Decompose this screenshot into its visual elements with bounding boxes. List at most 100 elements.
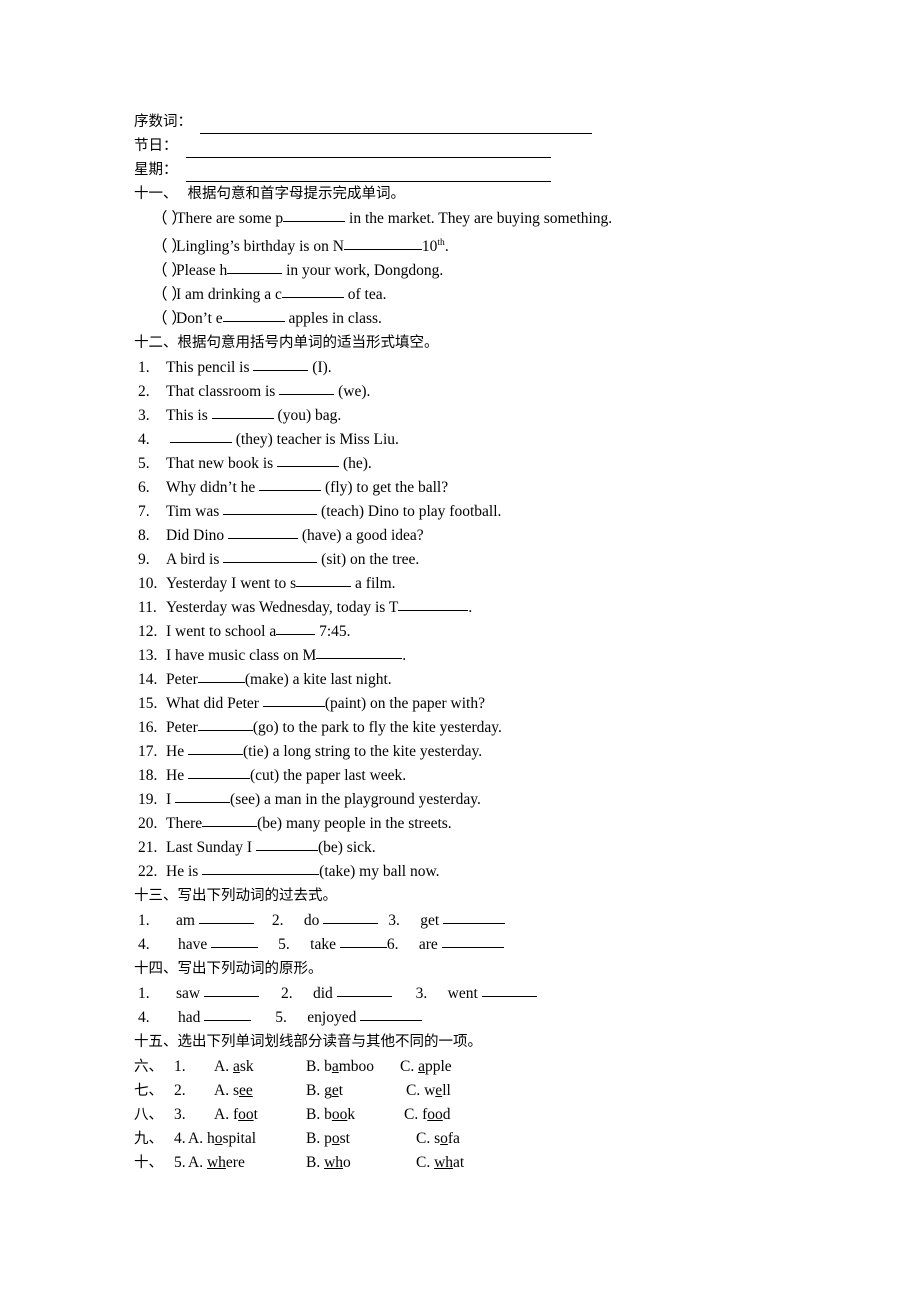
underlined-letters: oo bbox=[427, 1106, 443, 1124]
mc-option-A[interactable]: A. see bbox=[214, 1079, 306, 1103]
paren-item-1: （ ）There are some p in the market. They … bbox=[134, 207, 834, 231]
answer-blank[interactable] bbox=[443, 910, 505, 925]
mc-option-B[interactable]: B. post bbox=[306, 1127, 416, 1151]
answer-blank[interactable] bbox=[187, 741, 243, 756]
mc-row-5: 十、 5. A. where B. who C. what bbox=[134, 1151, 834, 1175]
answer-blank[interactable] bbox=[259, 477, 322, 492]
paren-marker[interactable]: （ ） bbox=[152, 307, 187, 331]
paren-marker[interactable]: （ ） bbox=[152, 259, 187, 283]
question-item-22: 22. He is (take) my ball now. bbox=[134, 860, 834, 884]
answer-blank[interactable] bbox=[175, 789, 231, 804]
answer-blank[interactable] bbox=[296, 573, 352, 588]
question-number: 2. bbox=[138, 383, 150, 401]
paren-item-4: （ ）I am drinking a c of tea. bbox=[134, 283, 834, 307]
ordinal-suffix: th bbox=[437, 238, 445, 248]
answer-blank[interactable] bbox=[281, 284, 344, 299]
verb-number: 3. bbox=[388, 912, 400, 930]
header-blank-rule[interactable] bbox=[185, 140, 551, 158]
mc-question-number: 3. bbox=[174, 1106, 186, 1124]
question-item-4: 4. (they) teacher is Miss Liu. bbox=[134, 428, 834, 452]
question-item-12: 12. I went to school a 7:45. bbox=[134, 620, 834, 644]
answer-blank[interactable] bbox=[255, 837, 318, 852]
question-item-11: 11. Yesterday was Wednesday, today is T. bbox=[134, 596, 834, 620]
question-item-16: 16. Peter (go) to the park to fly the kite… bbox=[134, 716, 834, 740]
answer-blank[interactable] bbox=[343, 236, 422, 251]
verb-number: 1. bbox=[138, 985, 150, 1003]
section-heading-sec-11: 十一、 根据句意和首字母提示完成单词。 bbox=[134, 186, 405, 202]
question-item-20: 20. There (be) many people in the streets. bbox=[134, 812, 834, 836]
answer-blank[interactable] bbox=[197, 717, 253, 732]
answer-blank[interactable] bbox=[187, 765, 250, 780]
answer-blank[interactable] bbox=[204, 1007, 252, 1022]
header-blank-label: 序数词： bbox=[134, 114, 192, 130]
mc-option-A[interactable]: A. ask bbox=[214, 1055, 306, 1079]
answer-blank[interactable] bbox=[253, 357, 309, 372]
answer-blank[interactable] bbox=[316, 645, 403, 660]
answer-blank[interactable] bbox=[398, 597, 469, 612]
answer-blank[interactable] bbox=[228, 525, 298, 540]
answer-blank[interactable] bbox=[481, 983, 537, 998]
mc-row-4: 九、 4. A. hospital B. post C. sofa bbox=[134, 1127, 834, 1151]
verb-word: have bbox=[178, 936, 208, 954]
question-number: 5. bbox=[138, 455, 150, 473]
mc-chinese-ordinal: 十、 bbox=[134, 1155, 163, 1172]
verb-word: enjoyed bbox=[307, 1009, 357, 1027]
question-number: 17. bbox=[138, 743, 158, 761]
answer-blank[interactable] bbox=[323, 910, 379, 925]
header-blank-rule[interactable] bbox=[185, 164, 551, 182]
section-heading-sec-15: 十五、选出下列单词划线部分读音与其他不同的一项。 bbox=[134, 1034, 482, 1051]
header-blank-row-3: 星期： bbox=[134, 158, 834, 182]
answer-blank[interactable] bbox=[277, 453, 340, 468]
answer-blank[interactable] bbox=[223, 501, 318, 516]
answer-blank[interactable] bbox=[198, 910, 254, 925]
verb-word: am bbox=[176, 912, 195, 930]
question-item-21: 21. Last Sunday I (be) sick. bbox=[134, 836, 834, 860]
answer-blank[interactable] bbox=[223, 549, 318, 564]
header-blank-rule[interactable] bbox=[200, 116, 592, 134]
underlined-letters: o bbox=[331, 1130, 340, 1148]
worksheet-content: 序数词： 节日： 星期： 十一、 根据句意和首字母提示完成单词。 （ ）There are… bbox=[134, 110, 834, 1175]
answer-blank[interactable] bbox=[276, 621, 316, 636]
answer-blank[interactable] bbox=[279, 381, 335, 396]
answer-blank[interactable] bbox=[197, 669, 245, 684]
mc-option-C[interactable]: C. sofa bbox=[416, 1127, 460, 1151]
answer-blank[interactable] bbox=[202, 861, 320, 876]
answer-blank[interactable] bbox=[202, 813, 258, 828]
answer-blank[interactable] bbox=[203, 983, 259, 998]
answer-blank[interactable] bbox=[360, 1007, 423, 1022]
mc-option-B[interactable]: B. who bbox=[306, 1151, 416, 1175]
answer-blank[interactable] bbox=[222, 308, 285, 323]
paren-item-2: （ ）Lingling’s birthday is on N 10th. bbox=[134, 231, 834, 259]
answer-blank[interactable] bbox=[169, 429, 232, 444]
mc-option-A[interactable]: A. hospital bbox=[188, 1127, 306, 1151]
mc-chinese-ordinal: 八、 bbox=[134, 1107, 163, 1124]
answer-blank[interactable] bbox=[283, 208, 346, 222]
mc-option-B[interactable]: B. bamboo bbox=[306, 1055, 400, 1079]
answer-blank[interactable] bbox=[211, 934, 259, 949]
mc-option-C[interactable]: C. well bbox=[406, 1079, 451, 1103]
mc-option-C[interactable]: C. apple bbox=[400, 1055, 452, 1079]
paren-marker[interactable]: （ ） bbox=[152, 207, 187, 231]
mc-question-number: 5. bbox=[174, 1154, 186, 1172]
paren-marker[interactable]: （ ） bbox=[152, 283, 187, 307]
answer-blank[interactable] bbox=[441, 934, 504, 949]
mc-option-B[interactable]: B. get bbox=[306, 1079, 406, 1103]
answer-blank[interactable] bbox=[339, 934, 387, 949]
mc-question-number: 2. bbox=[174, 1082, 186, 1100]
paren-marker[interactable]: （ ） bbox=[152, 235, 187, 259]
mc-option-B[interactable]: B. book bbox=[306, 1103, 404, 1127]
question-number: 20. bbox=[138, 815, 158, 833]
mc-option-A[interactable]: A. foot bbox=[214, 1103, 306, 1127]
answer-blank[interactable] bbox=[211, 405, 274, 420]
answer-blank[interactable] bbox=[227, 260, 283, 275]
question-item-10: 10. Yesterday I went to s a film. bbox=[134, 572, 834, 596]
verb-word: take bbox=[310, 936, 336, 954]
mc-option-C[interactable]: C. what bbox=[416, 1151, 464, 1175]
answer-blank[interactable] bbox=[262, 693, 325, 708]
mc-option-C[interactable]: C. food bbox=[404, 1103, 451, 1127]
question-number: 18. bbox=[138, 767, 158, 785]
question-number: 22. bbox=[138, 863, 158, 881]
mc-option-A[interactable]: A. where bbox=[188, 1151, 306, 1175]
answer-blank[interactable] bbox=[336, 983, 392, 998]
mc-chinese-ordinal: 六、 bbox=[134, 1059, 163, 1076]
